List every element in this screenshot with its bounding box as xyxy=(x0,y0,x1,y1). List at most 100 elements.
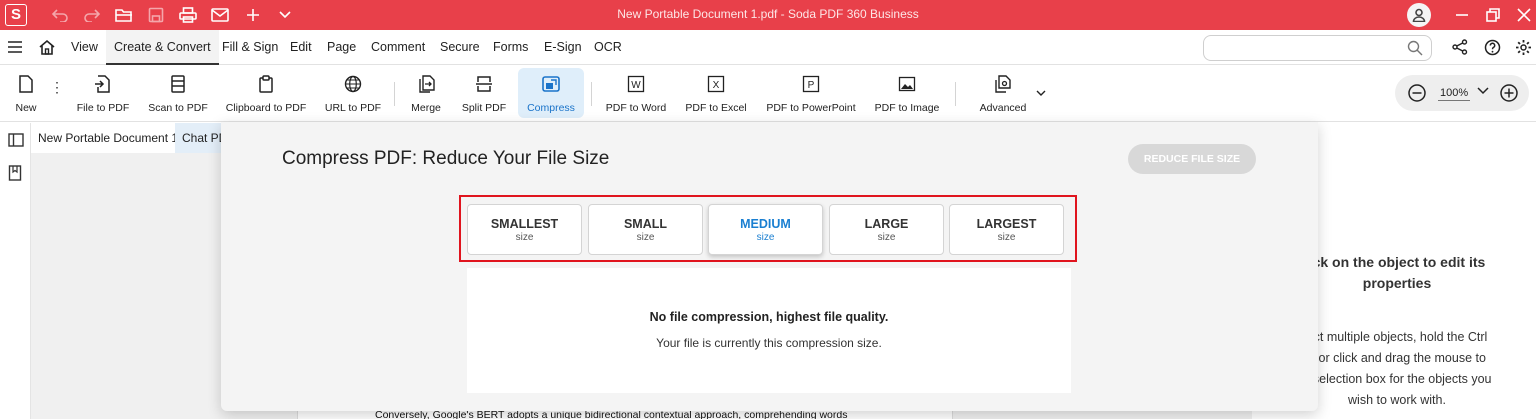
settings-gear-icon[interactable] xyxy=(1515,39,1532,56)
ribbon-toolbar: New ⋮ File to PDF Scan to PDF Clipboard … xyxy=(0,65,1536,122)
svg-text:W: W xyxy=(631,80,641,91)
size-option-smallest[interactable]: SMALLEST size xyxy=(467,204,582,255)
size-option-sub: size xyxy=(636,232,655,243)
url-to-pdf-button[interactable]: URL to PDF xyxy=(322,68,384,118)
menu-comment[interactable]: Comment xyxy=(371,30,425,65)
advanced-button[interactable]: Advanced xyxy=(975,68,1031,118)
svg-text:P: P xyxy=(808,80,815,91)
plus-icon[interactable] xyxy=(242,4,264,26)
pdf-to-image-label: PDF to Image xyxy=(874,102,940,114)
title-bar: S New Portable Document 1.pdf - Soda PDF… xyxy=(0,0,1536,30)
email-icon[interactable] xyxy=(209,4,231,26)
search-field[interactable] xyxy=(1203,35,1432,61)
new-label: New xyxy=(15,102,37,114)
pdf-to-word-button[interactable]: W PDF to Word xyxy=(603,68,669,118)
zoom-out-icon[interactable] xyxy=(1407,83,1427,103)
pdf-to-word-label: PDF to Word xyxy=(605,102,667,114)
menu-secure[interactable]: Secure xyxy=(440,30,480,65)
menu-forms[interactable]: Forms xyxy=(493,30,528,65)
scanner-icon xyxy=(170,72,186,96)
menu-fill-sign[interactable]: Fill & Sign xyxy=(222,30,278,65)
size-option-name: LARGEST xyxy=(976,217,1037,231)
size-option-sub: size xyxy=(997,232,1016,243)
pdf-to-excel-button[interactable]: X PDF to Excel xyxy=(683,68,749,118)
help-icon[interactable] xyxy=(1484,39,1501,56)
size-option-name: MEDIUM xyxy=(740,217,791,231)
zoom-in-icon[interactable] xyxy=(1499,83,1519,103)
chevron-down-icon[interactable] xyxy=(274,4,296,26)
scan-to-pdf-button[interactable]: Scan to PDF xyxy=(145,68,211,118)
app-logo[interactable]: S xyxy=(5,4,27,26)
save-icon[interactable] xyxy=(145,4,167,26)
dialog-title: Compress PDF: Reduce Your File Size xyxy=(282,148,610,169)
search-input[interactable] xyxy=(1212,36,1407,60)
compress-dialog: Compress PDF: Reduce Your File Size REDU… xyxy=(221,122,1318,411)
tab-document[interactable]: New Portable Document 1 xyxy=(31,123,185,153)
menu-esign[interactable]: E-Sign xyxy=(544,30,582,65)
file-to-pdf-icon xyxy=(94,72,112,96)
new-button[interactable]: New xyxy=(8,68,44,118)
open-folder-icon[interactable] xyxy=(113,4,135,26)
menu-create-convert[interactable]: Create & Convert xyxy=(106,30,219,65)
new-file-icon xyxy=(19,72,33,96)
advanced-dropdown-chevron-icon[interactable] xyxy=(1036,90,1046,97)
close-icon[interactable] xyxy=(1513,4,1535,26)
hamburger-menu-icon[interactable] xyxy=(7,40,23,54)
clipboard-to-pdf-button[interactable]: Clipboard to PDF xyxy=(225,68,307,118)
compress-button[interactable]: Compress xyxy=(518,68,584,118)
zoom-level[interactable]: 100% xyxy=(1438,87,1471,101)
svg-text:X: X xyxy=(713,80,720,91)
file-to-pdf-label: File to PDF xyxy=(76,102,130,114)
size-option-sub: size xyxy=(877,232,896,243)
more-options-icon[interactable]: ⋮ xyxy=(50,80,64,94)
pdf-to-image-button[interactable]: PDF to Image xyxy=(871,68,943,118)
share-icon[interactable] xyxy=(1452,39,1468,55)
restore-icon[interactable] xyxy=(1482,4,1504,26)
compress-icon xyxy=(541,72,561,96)
url-to-pdf-label: URL to PDF xyxy=(324,102,382,114)
panel-toggle-icon[interactable] xyxy=(8,133,24,147)
ribbon-divider xyxy=(591,82,592,106)
size-option-name: SMALLEST xyxy=(490,217,559,231)
menu-page[interactable]: Page xyxy=(327,30,356,65)
search-icon[interactable] xyxy=(1407,40,1423,56)
menu-ocr[interactable]: OCR xyxy=(594,30,622,65)
home-icon[interactable] xyxy=(38,39,56,55)
scan-to-pdf-label: Scan to PDF xyxy=(148,102,208,114)
compression-info-card: No file compression, highest file qualit… xyxy=(467,268,1071,393)
size-option-name: SMALL xyxy=(623,217,668,231)
size-option-large[interactable]: LARGE size xyxy=(829,204,944,255)
size-option-medium[interactable]: MEDIUM size xyxy=(708,204,823,255)
compression-level-selector: SMALLEST size SMALL size MEDIUM size LAR… xyxy=(459,195,1077,262)
compress-label: Compress xyxy=(527,102,575,114)
split-pdf-label: Split PDF xyxy=(461,102,507,114)
split-pdf-button[interactable]: Split PDF xyxy=(460,68,508,118)
split-icon xyxy=(475,72,493,96)
user-avatar-icon[interactable] xyxy=(1407,3,1431,27)
compression-info-main: No file compression, highest file qualit… xyxy=(649,310,889,324)
size-option-sub: size xyxy=(515,232,534,243)
menu-edit[interactable]: Edit xyxy=(290,30,312,65)
size-option-largest[interactable]: LARGEST size xyxy=(949,204,1064,255)
advanced-label: Advanced xyxy=(979,102,1027,114)
reduce-file-size-button[interactable]: REDUCE FILE SIZE xyxy=(1128,144,1256,174)
print-icon[interactable] xyxy=(177,4,199,26)
image-icon xyxy=(898,72,916,96)
left-side-panel xyxy=(0,123,31,419)
bookmark-icon[interactable] xyxy=(8,165,22,181)
pdf-to-powerpoint-button[interactable]: P PDF to PowerPoint xyxy=(763,68,859,118)
size-option-small[interactable]: SMALL size xyxy=(588,204,703,255)
size-option-name: LARGE xyxy=(864,217,909,231)
merge-button[interactable]: Merge xyxy=(406,68,446,118)
undo-icon[interactable] xyxy=(49,4,71,26)
clipboard-to-pdf-label: Clipboard to PDF xyxy=(225,102,307,114)
redo-icon[interactable] xyxy=(81,4,103,26)
file-to-pdf-button[interactable]: File to PDF xyxy=(72,68,134,118)
zoom-control: 100% xyxy=(1395,75,1529,111)
zoom-dropdown-chevron-icon[interactable] xyxy=(1477,87,1489,95)
menu-bar: View Create & Convert Fill & Sign Edit P… xyxy=(0,30,1536,65)
pdf-to-powerpoint-label: PDF to PowerPoint xyxy=(766,102,856,114)
minimize-icon[interactable] xyxy=(1451,4,1473,26)
globe-icon xyxy=(344,72,362,96)
menu-view[interactable]: View xyxy=(71,30,98,65)
